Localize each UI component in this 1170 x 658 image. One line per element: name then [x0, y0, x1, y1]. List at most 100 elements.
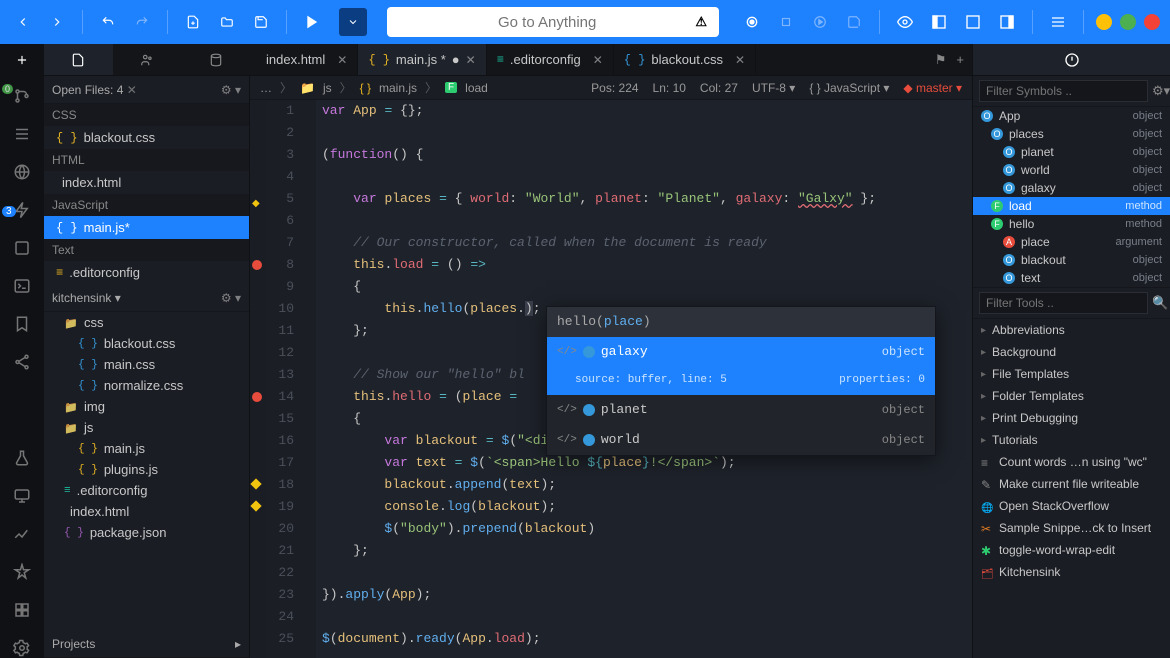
snippet-icon[interactable] — [12, 562, 32, 582]
tree-file[interactable]: { }plugins.js — [44, 459, 249, 480]
tool-group[interactable]: ▸Background — [973, 341, 1170, 363]
open-file-entry[interactable]: { }main.js* — [44, 216, 249, 239]
forward-button[interactable] — [44, 9, 70, 35]
breadcrumb-folder[interactable]: js — [323, 81, 332, 95]
monitor-icon[interactable] — [12, 486, 32, 506]
tool-item[interactable]: Make current file writeable — [973, 473, 1170, 495]
bookmark-icon[interactable] — [12, 314, 32, 334]
tools-filter-input[interactable] — [979, 292, 1148, 314]
tools-search-icon[interactable]: 🔍 — [1152, 295, 1168, 311]
back-button[interactable] — [10, 9, 36, 35]
tool-group[interactable]: ▸Tutorials — [973, 429, 1170, 451]
tree-file[interactable]: { }main.js — [44, 438, 249, 459]
undo-button[interactable] — [95, 9, 121, 35]
breadcrumb-file[interactable]: main.js — [379, 81, 417, 95]
symbol-item[interactable]: Aplaceargument — [973, 233, 1170, 251]
window-close-button[interactable] — [1144, 14, 1160, 30]
tree-file[interactable]: { }normalize.css — [44, 375, 249, 396]
add-tab-button[interactable] — [0, 44, 44, 75]
preview-button[interactable] — [892, 9, 918, 35]
open-files-close[interactable]: ✕ — [127, 83, 137, 97]
code-area[interactable]: ◆ 12345678910111213141516171819202122232… — [250, 100, 972, 658]
notifications-icon-bar[interactable] — [12, 238, 32, 258]
stats-icon[interactable] — [12, 524, 32, 544]
run-button[interactable] — [299, 9, 325, 35]
breadcrumb-root[interactable]: … — [260, 81, 272, 95]
layout-bottom-button[interactable] — [960, 9, 986, 35]
autocomplete-item[interactable]: </>planetobject — [547, 395, 935, 425]
sidebar-tab-files[interactable] — [44, 44, 113, 75]
outline-icon[interactable] — [12, 124, 32, 144]
tool-group[interactable]: ▸Print Debugging — [973, 407, 1170, 429]
gutter-bookmark-mark[interactable]: ◆ — [252, 194, 260, 216]
tab-overflow-button[interactable]: + — [956, 52, 964, 67]
symbol-item[interactable]: Floadmethod — [973, 197, 1170, 215]
symbol-item[interactable]: Oworldobject — [973, 161, 1170, 179]
open-file-entry[interactable]: index.html — [44, 171, 249, 194]
status-encoding[interactable]: UTF-8 ▾ — [752, 81, 795, 95]
tool-item[interactable]: toggle-word-wrap-edit — [973, 539, 1170, 561]
flask-icon[interactable] — [12, 448, 32, 468]
symbol-filter-input[interactable] — [979, 80, 1148, 102]
tree-file[interactable]: { }blackout.css — [44, 333, 249, 354]
symbol-item[interactable]: OAppobject — [973, 107, 1170, 125]
symbol-item[interactable]: Otextobject — [973, 269, 1170, 287]
sidebar-tab-collab[interactable] — [113, 44, 182, 75]
tree-folder[interactable]: img — [44, 396, 249, 417]
tool-item[interactable]: Kitchensink — [973, 561, 1170, 583]
tree-file[interactable]: index.html — [44, 501, 249, 522]
file-tab[interactable]: ≡.editorconfig✕ — [487, 44, 614, 75]
layout-right-button[interactable] — [994, 9, 1020, 35]
status-branch[interactable]: ◆ master ▾ — [903, 81, 962, 95]
project-settings[interactable]: ⚙ ▾ — [221, 291, 241, 305]
breadcrumb-symbol[interactable]: load — [465, 81, 488, 95]
settings-gear-icon[interactable] — [12, 638, 32, 658]
tree-file[interactable]: { }package.json — [44, 522, 249, 543]
symbol-item[interactable]: Ogalaxyobject — [973, 179, 1170, 197]
tool-group[interactable]: ▸File Templates — [973, 363, 1170, 385]
tree-folder[interactable]: js — [44, 417, 249, 438]
project-header[interactable]: kitchensink ▾ ⚙ ▾ — [44, 284, 249, 312]
terminal-icon[interactable] — [12, 276, 32, 296]
status-language[interactable]: { } JavaScript ▾ — [809, 81, 889, 95]
autocomplete-item-selected[interactable]: </> galaxy object — [547, 337, 935, 367]
tree-file[interactable]: ≡.editorconfig — [44, 480, 249, 501]
vcs-icon[interactable]: 0 — [12, 86, 32, 106]
autocomplete-popup[interactable]: hello(place) </> galaxy object source: b… — [546, 306, 936, 456]
tool-item[interactable]: Open StackOverflow — [973, 495, 1170, 517]
autocomplete-item[interactable]: </>worldobject — [547, 425, 935, 455]
gutter-yellow-mark[interactable] — [250, 500, 261, 511]
symbol-item[interactable]: Fhellomethod — [973, 215, 1170, 233]
gutter-red-mark[interactable] — [252, 392, 262, 402]
tool-item[interactable]: Sample Snippe…ck to Insert — [973, 517, 1170, 539]
symbol-item[interactable]: Oplanetobject — [973, 143, 1170, 161]
tool-group[interactable]: ▸Abbreviations — [973, 319, 1170, 341]
gutter-yellow-mark[interactable] — [250, 478, 261, 489]
open-folder-button[interactable] — [214, 9, 240, 35]
tree-folder[interactable]: css — [44, 312, 249, 333]
window-maximize-button[interactable] — [1120, 14, 1136, 30]
play-macro-button[interactable] — [807, 9, 833, 35]
file-tab[interactable]: { }main.js *●✕ — [358, 44, 486, 75]
symbol-item[interactable]: Oplacesobject — [973, 125, 1170, 143]
window-minimize-button[interactable] — [1096, 14, 1112, 30]
symbol-filter-settings[interactable]: ⚙▾ — [1152, 83, 1170, 99]
open-file-entry[interactable]: ≡.editorconfig — [44, 261, 249, 284]
save-macro-button[interactable] — [841, 9, 867, 35]
tool-group[interactable]: ▸Folder Templates — [973, 385, 1170, 407]
share-icon[interactable] — [12, 352, 32, 372]
notifications-icon[interactable]: ⚑ — [935, 52, 947, 68]
tile-icon[interactable] — [12, 600, 32, 620]
tool-item[interactable]: Count words …n using "wc" — [973, 451, 1170, 473]
run-dropdown[interactable] — [339, 8, 367, 36]
globe-icon[interactable] — [12, 162, 32, 182]
menu-button[interactable] — [1045, 9, 1071, 35]
redo-button[interactable] — [129, 9, 155, 35]
record-macro-button[interactable] — [739, 9, 765, 35]
sidebar-tab-db[interactable] — [181, 44, 250, 75]
new-file-button[interactable] — [180, 9, 206, 35]
right-panel-tab[interactable] — [972, 44, 1170, 75]
file-tab[interactable]: index.html✕ — [250, 44, 358, 75]
gutter-red-mark[interactable] — [252, 260, 262, 270]
goto-input[interactable] — [399, 14, 695, 31]
